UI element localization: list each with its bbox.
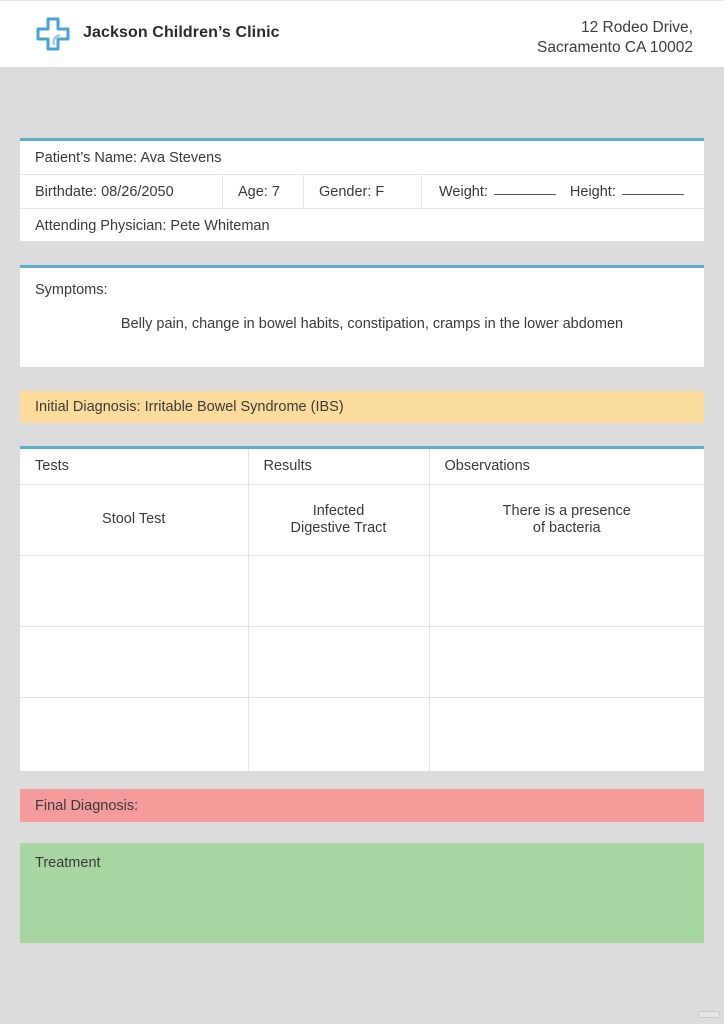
header-results: Results [247, 449, 430, 485]
patient-details-row: Birthdate: 08/26/2050 Age: 7 Gender: F W… [20, 175, 704, 209]
cell-observation [428, 554, 704, 627]
cell-result [247, 554, 430, 627]
cell-test [20, 625, 249, 698]
initial-diagnosis-text: Initial Diagnosis: Irritable Bowel Syndr… [35, 399, 344, 415]
tests-table: Tests Results Observations Stool Test In… [20, 449, 704, 771]
cell-observation: There is a presence of bacteria [428, 483, 704, 556]
tests-table-card: Tests Results Observations Stool Test In… [20, 446, 704, 771]
height-field[interactable] [621, 194, 684, 195]
cell-result: Infected Digestive Tract [247, 483, 430, 556]
table-row: Stool Test Infected Digestive Tract Ther… [20, 483, 704, 556]
initial-diagnosis-bar: Initial Diagnosis: Irritable Bowel Syndr… [20, 391, 704, 423]
patient-name-row: Patient’s Name: Ava Stevens [20, 141, 704, 175]
symptoms-label: Symptoms: [35, 282, 108, 298]
patient-measurements: Weight: Height: [422, 175, 704, 208]
cell-observation [428, 696, 704, 771]
medical-cross-icon [36, 17, 70, 51]
table-row [20, 625, 704, 698]
clinic-address: 12 Rodeo Drive, Sacramento CA 10002 [537, 18, 693, 58]
patient-age: Age: 7 [223, 175, 304, 208]
attending-physician: Attending Physician: Pete Whiteman [35, 218, 270, 234]
symptoms-text: Belly pain, change in bowel habits, cons… [120, 316, 624, 332]
header-tests: Tests [20, 449, 249, 485]
cell-result [247, 696, 430, 771]
address-line-2: Sacramento CA 10002 [537, 39, 693, 56]
patient-info-card: Patient’s Name: Ava Stevens Birthdate: 0… [20, 138, 704, 241]
treatment-box: Treatment [20, 843, 704, 943]
address-line-1: 12 Rodeo Drive, [580, 19, 693, 36]
patient-gender: Gender: F [304, 175, 422, 208]
clinic-header: Jackson Children’s Clinic 12 Rodeo Drive… [0, 0, 724, 67]
patient-name: Patient’s Name: Ava Stevens [35, 149, 222, 166]
table-row [20, 554, 704, 627]
table-row [20, 696, 704, 771]
cell-result [247, 625, 430, 698]
watermark-badge [698, 1011, 720, 1018]
cell-test: Stool Test [20, 483, 249, 556]
treatment-label: Treatment [35, 855, 101, 871]
table-header-row: Tests Results Observations [20, 449, 704, 485]
weight-label: Weight: [439, 183, 488, 200]
physician-row: Attending Physician: Pete Whiteman [20, 209, 704, 243]
clinic-name: Jackson Children’s Clinic [83, 24, 280, 41]
weight-field[interactable] [493, 194, 556, 195]
cell-observation [428, 625, 704, 698]
cell-test [20, 696, 249, 771]
final-diagnosis-label: Final Diagnosis: [35, 797, 139, 814]
symptoms-card: Symptoms: Belly pain, change in bowel ha… [20, 265, 704, 367]
patient-birthdate: Birthdate: 08/26/2050 [20, 175, 223, 208]
header-observations: Observations [428, 449, 704, 485]
final-diagnosis-bar: Final Diagnosis: [20, 789, 704, 822]
cell-test [20, 554, 249, 627]
height-label: Height: [569, 183, 616, 200]
